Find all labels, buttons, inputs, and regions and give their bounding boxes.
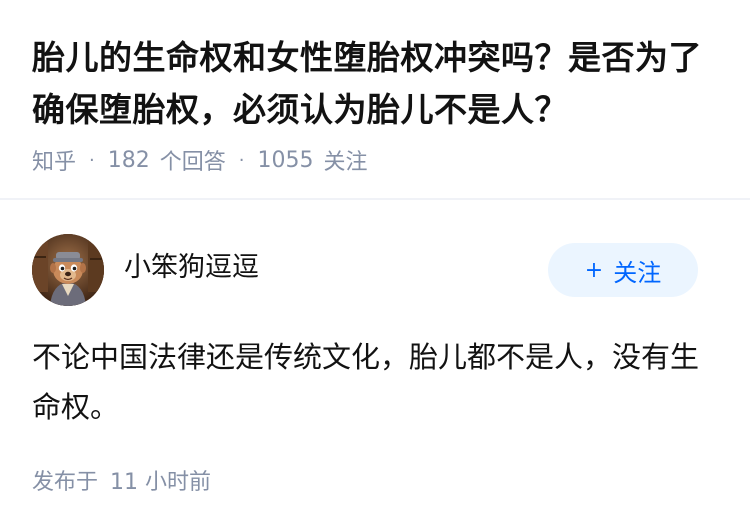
separator-dot: · bbox=[238, 149, 245, 171]
timestamp-value: 11 小时前 bbox=[110, 470, 212, 495]
question-meta: 知乎 · 182 个回答 · 1055 关注 bbox=[32, 144, 368, 176]
answer-card: 小笨狗逗逗 + 关注 不论中国法律还是传统文化，胎儿都不是人，没有生命权。 发布… bbox=[0, 200, 750, 532]
question-title[interactable]: 胎儿的生命权和女性堕胎权冲突吗？是否为了确保堕胎权，必须认为胎儿不是人？ bbox=[32, 32, 732, 136]
plus-icon: + bbox=[584, 257, 604, 283]
author-avatar[interactable] bbox=[32, 234, 104, 306]
follow-button-label: 关注 bbox=[613, 258, 662, 287]
cartoon-character-avatar-icon bbox=[32, 234, 104, 306]
answer-count[interactable]: 182 bbox=[108, 148, 150, 173]
source-label[interactable]: 知乎 bbox=[32, 144, 76, 176]
answer-timestamp: 发布于 11 小时前 bbox=[32, 464, 211, 496]
follower-count: 1055 bbox=[257, 147, 314, 173]
question-header: 胎儿的生命权和女性堕胎权冲突吗？是否为了确保堕胎权，必须认为胎儿不是人？ 知乎 … bbox=[0, 0, 750, 198]
answer-content[interactable]: 不论中国法律还是传统文化，胎儿都不是人，没有生命权。 bbox=[32, 332, 722, 432]
author-name[interactable]: 小笨狗逗逗 bbox=[124, 248, 259, 288]
separator-dot: · bbox=[89, 149, 95, 171]
timestamp-prefix: 发布于 bbox=[32, 470, 99, 495]
answer-count-label[interactable]: 个回答 bbox=[160, 144, 226, 176]
follower-count-label: 关注 bbox=[323, 150, 368, 175]
follow-button[interactable]: + 关注 bbox=[548, 243, 698, 297]
